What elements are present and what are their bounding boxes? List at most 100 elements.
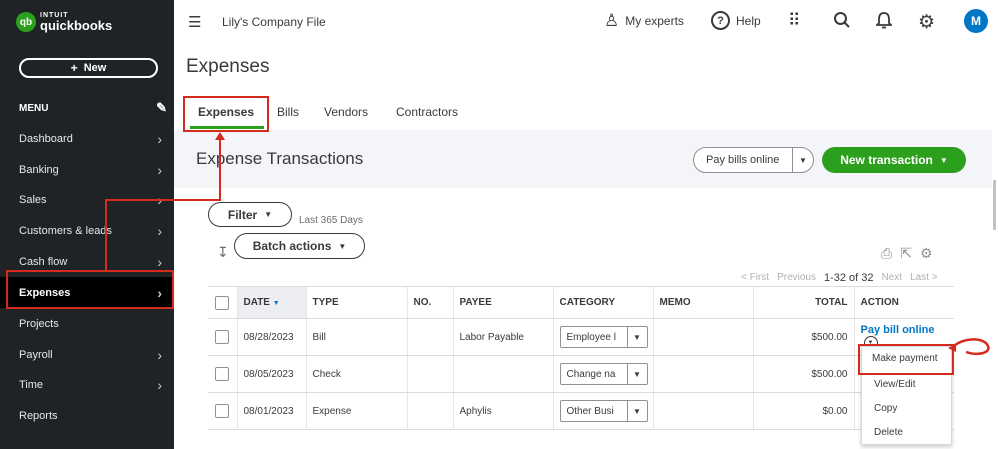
my-experts-button[interactable]: ♙ My experts <box>604 11 684 31</box>
row-select-cell <box>208 392 237 430</box>
batch-actions-button[interactable]: Batch actions ▼ <box>234 233 365 259</box>
my-experts-label: My experts <box>625 14 684 28</box>
cell-category: Employee l ▼ <box>552 318 653 356</box>
row-checkbox[interactable] <box>215 330 229 344</box>
cell-type[interactable]: Check <box>305 355 407 393</box>
chevron-down-icon: ▼ <box>626 401 647 421</box>
filter-label: Filter <box>227 207 258 222</box>
sidebar-item-label: Dashboard <box>19 132 73 145</box>
sidebar-item-dashboard[interactable]: Dashboard › <box>0 123 174 154</box>
page-title: Expenses <box>186 56 270 77</box>
cell-payee[interactable]: Aphylis <box>452 392 553 430</box>
filter-button[interactable]: Filter ▼ <box>208 202 292 227</box>
cell-memo[interactable] <box>652 318 753 356</box>
print-icon[interactable]: ⎙ <box>881 245 892 262</box>
search-icon[interactable] <box>833 11 851 29</box>
chevron-down-icon[interactable]: ▼ <box>792 148 813 172</box>
sort-icon[interactable]: ↧ <box>217 244 229 261</box>
header-memo[interactable]: MEMO <box>652 286 753 319</box>
table-header-row: DATE ▼ TYPE NO. PAYEE CATEGORY MEMO TOTA… <box>208 286 954 319</box>
chevron-down-icon: ▼ <box>264 210 273 219</box>
menu-item-view-edit[interactable]: View/Edit <box>874 379 916 390</box>
sidebar-item-projects[interactable]: Projects <box>0 308 174 339</box>
export-icon[interactable]: ⇱ <box>900 245 912 262</box>
new-transaction-button[interactable]: New transaction ▼ <box>822 147 966 173</box>
cell-payee[interactable] <box>452 355 553 393</box>
cell-memo[interactable] <box>652 392 753 430</box>
sidebar-item-payroll[interactable]: Payroll › <box>0 339 174 370</box>
sidebar-item-label: Banking <box>19 163 59 176</box>
row-checkbox[interactable] <box>215 404 229 418</box>
pencil-icon[interactable]: ✎ <box>156 100 167 116</box>
row-checkbox[interactable] <box>215 367 229 381</box>
qb-logo-icon: qb <box>16 12 36 32</box>
cell-total[interactable]: $500.00 <box>752 318 854 356</box>
new-button[interactable]: + New <box>19 58 158 78</box>
cell-date[interactable]: 08/28/2023 <box>236 318 306 356</box>
section-title: Expense Transactions <box>196 149 364 168</box>
chevron-down-icon: ▼ <box>626 364 647 384</box>
connector-line <box>219 140 221 201</box>
cell-type[interactable]: Expense <box>305 392 407 430</box>
settings-icon[interactable]: ⚙ <box>920 245 933 262</box>
select-all-checkbox[interactable] <box>215 295 229 310</box>
header-no[interactable]: NO. <box>406 286 453 319</box>
category-select[interactable]: Change na ▼ <box>559 363 648 385</box>
header-total[interactable]: TOTAL <box>752 286 854 319</box>
table-row: 08/01/2023 Expense Aphylis Other Busi ▼ $… <box>208 392 954 430</box>
cell-category: Other Busi ▼ <box>552 392 653 430</box>
brand-name: quickbooks <box>40 18 113 33</box>
header-date[interactable]: DATE ▼ <box>236 286 306 319</box>
left-nav: qb INTUIT quickbooks + New MENU ✎ Dashbo… <box>0 0 174 449</box>
sidebar-item-time[interactable]: Time › <box>0 369 174 400</box>
cell-total[interactable]: $500.00 <box>752 355 854 393</box>
category-select[interactable]: Other Busi ▼ <box>559 400 648 422</box>
pager-last[interactable]: Last > <box>910 272 938 284</box>
help-button[interactable]: ? Help <box>711 11 761 30</box>
cell-date[interactable]: 08/05/2023 <box>236 355 306 393</box>
cell-no[interactable] <box>406 355 453 393</box>
tab-bills[interactable]: Bills <box>277 105 299 119</box>
select-all-cell <box>208 286 237 319</box>
header-type[interactable]: TYPE <box>305 286 407 319</box>
pay-bill-online-link[interactable]: Pay bill online <box>861 324 935 336</box>
bell-icon[interactable] <box>876 11 892 29</box>
gear-icon[interactable]: ⚙ <box>918 11 935 34</box>
sidebar-item-banking[interactable]: Banking › <box>0 154 174 185</box>
cell-date[interactable]: 08/01/2023 <box>236 392 306 430</box>
menu-item-copy[interactable]: Copy <box>874 403 897 414</box>
chevron-down-icon: ▼ <box>338 241 347 251</box>
menu-item-delete[interactable]: Delete <box>874 427 903 438</box>
new-button-label: New <box>83 62 107 74</box>
scrollbar-thumb[interactable] <box>993 180 996 230</box>
cell-total[interactable]: $0.00 <box>752 392 854 430</box>
connector-line <box>105 199 107 270</box>
header-category[interactable]: CATEGORY <box>552 286 653 319</box>
apps-grid-icon[interactable]: ⠿ <box>788 11 800 31</box>
category-select[interactable]: Employee l ▼ <box>559 326 648 348</box>
header-payee[interactable]: PAYEE <box>452 286 553 319</box>
tab-contractors[interactable]: Contractors <box>396 105 458 119</box>
quickbooks-logo[interactable]: qb INTUIT quickbooks <box>16 12 112 32</box>
batch-actions-label: Batch actions <box>252 239 332 253</box>
cell-payee[interactable]: Labor Payable <box>452 318 553 356</box>
cell-type[interactable]: Bill <box>305 318 407 356</box>
sidebar-item-reports[interactable]: Reports <box>0 400 174 431</box>
cell-no[interactable] <box>406 392 453 430</box>
pay-bills-online-label: Pay bills online <box>706 154 780 166</box>
pager-next[interactable]: Next <box>882 272 903 284</box>
cell-no[interactable] <box>406 318 453 356</box>
sidebar-item-customers[interactable]: Customers & leads › <box>0 215 174 246</box>
menu-label: MENU <box>19 102 49 114</box>
sidebar-item-label: Customers & leads <box>19 224 112 237</box>
pager-previous[interactable]: Previous <box>777 272 816 284</box>
pager-first[interactable]: < First <box>741 272 769 284</box>
tab-vendors[interactable]: Vendors <box>324 105 368 119</box>
pay-bills-online-button[interactable]: Pay bills online ▼ <box>693 147 814 173</box>
category-value: Change na <box>566 368 616 380</box>
avatar[interactable]: M <box>964 9 988 33</box>
hamburger-icon[interactable]: ☰ <box>188 13 201 31</box>
row-select-cell <box>208 318 237 356</box>
top-bar: ☰ Lily's Company File ♙ My experts ? Hel… <box>174 0 998 42</box>
cell-memo[interactable] <box>652 355 753 393</box>
